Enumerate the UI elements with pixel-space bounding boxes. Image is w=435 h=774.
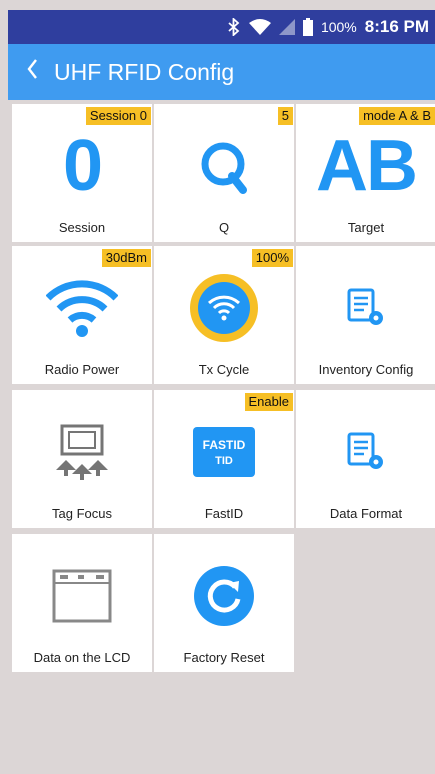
bluetooth-icon <box>227 18 241 36</box>
reset-icon <box>194 566 254 626</box>
tile-label: Target <box>347 220 385 235</box>
tile-data-lcd[interactable]: Data on the LCD <box>12 534 152 672</box>
tile-label: Q <box>218 220 230 235</box>
status-badge: mode A & B <box>359 107 435 125</box>
page-title: UHF RFID Config <box>54 58 235 85</box>
tile-label: FastID <box>204 506 244 521</box>
tile-factory-reset[interactable]: Factory Reset <box>154 534 294 672</box>
status-badge: 30dBm <box>101 249 151 267</box>
tile-target[interactable]: mode A & B AB Target <box>296 104 435 242</box>
tid-icon-text: TID <box>215 454 233 467</box>
battery-icon <box>302 18 313 36</box>
session-zero-icon: 0 <box>62 126 103 206</box>
tile-tx-cycle[interactable]: 100% Tx Cycle <box>154 246 294 384</box>
tag-focus-icon <box>56 424 108 480</box>
tile-fastid[interactable]: Enable FASTID TID FastID <box>154 390 294 528</box>
fastid-icon-text: FASTID <box>202 437 246 452</box>
q-letter-icon <box>201 142 247 194</box>
clock: 8:16 PM <box>364 17 429 36</box>
tile-label: Session <box>58 220 106 235</box>
tile-session[interactable]: Session 0 0 Session <box>12 104 152 242</box>
document-gear-icon <box>347 432 383 469</box>
status-badge: 100% <box>251 249 293 267</box>
status-badge: 5 <box>277 107 293 125</box>
battery-level: 100% <box>320 19 357 35</box>
tile-label: Inventory Config <box>318 362 414 377</box>
tile-radio-power[interactable]: 30dBm Radio Power <box>12 246 152 384</box>
tile-data-format[interactable]: Data Format <box>296 390 435 528</box>
tile-q[interactable]: 5 Q <box>154 104 294 242</box>
status-bar: 100% 8:16 PM <box>8 10 435 44</box>
ab-letters-icon: AB <box>316 126 418 206</box>
tile-inventory-config[interactable]: Inventory Config <box>296 246 435 384</box>
document-gear-icon <box>347 288 383 325</box>
chevron-left-icon[interactable] <box>8 57 48 88</box>
fastid-icon: FASTID TID <box>193 427 255 477</box>
tile-label: Radio Power <box>44 362 120 377</box>
lcd-screen-icon <box>52 569 112 623</box>
wifi-icon <box>248 19 271 35</box>
status-badge: Session 0 <box>85 107 151 125</box>
wifi-signal-icon <box>46 280 118 337</box>
tile-label: Data Format <box>329 506 403 521</box>
status-badge: Enable <box>244 393 293 411</box>
app-bar: UHF RFID Config <box>8 44 435 100</box>
tile-label: Tx Cycle <box>198 362 250 377</box>
wifi-circle-icon <box>190 274 258 342</box>
tile-label: Tag Focus <box>52 506 112 521</box>
tile-label: Data on the LCD <box>33 650 131 665</box>
tile-label: Factory Reset <box>183 650 265 665</box>
no-signal-icon <box>278 19 295 35</box>
tile-tag-focus[interactable]: Tag Focus <box>12 390 152 528</box>
